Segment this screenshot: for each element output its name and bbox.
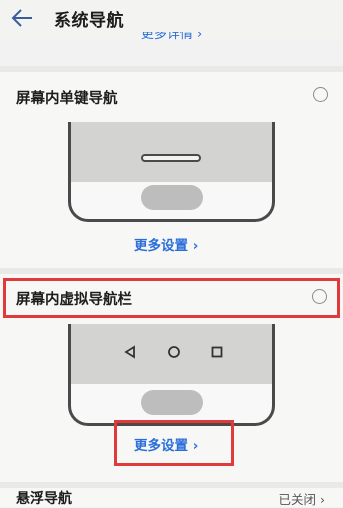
floating-nav-label: 悬浮导航 <box>16 491 72 507</box>
more-details-link[interactable]: 更多详情 › <box>0 32 343 46</box>
more-settings-link[interactable]: 更多设置 › <box>134 234 198 254</box>
home-button <box>141 185 203 210</box>
floating-nav-row[interactable]: 悬浮导航 已关闭 › <box>0 488 343 507</box>
nav-slot <box>141 154 201 162</box>
home-button <box>141 390 203 415</box>
recents-square-icon <box>211 346 223 358</box>
page-title: 系统导航 <box>54 11 124 31</box>
floating-nav-status: 已关闭 › <box>278 492 325 507</box>
highlight-box <box>114 420 234 466</box>
arrow-left-icon[interactable] <box>10 7 34 29</box>
option-label: 屏幕内单键导航 <box>16 91 118 107</box>
radio-button[interactable] <box>313 87 328 102</box>
back-triangle-icon <box>124 345 135 359</box>
option-single-key-nav[interactable]: 屏幕内单键导航 更多设置 › <box>0 72 343 268</box>
phone-screen <box>71 324 272 384</box>
phone-screen <box>71 122 272 182</box>
phone-illustration <box>68 122 275 222</box>
home-circle-icon <box>168 346 180 358</box>
phone-illustration <box>68 324 275 426</box>
highlight-box <box>3 278 340 318</box>
